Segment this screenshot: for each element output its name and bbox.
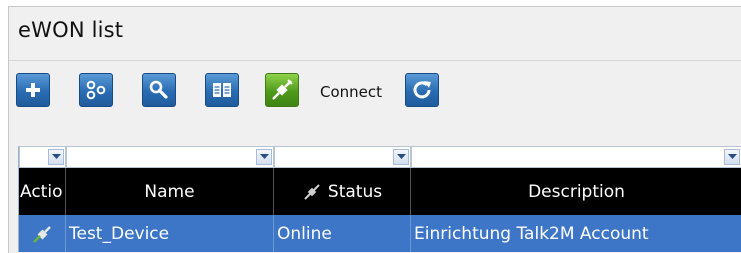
column-header-status[interactable]: Status: [274, 168, 411, 215]
filter-dropdown[interactable]: [724, 149, 740, 165]
ewon-grid: Actio Name Status Description Test_Devic…: [18, 146, 741, 252]
panel-title: eWON list: [18, 18, 124, 42]
column-header-row: Actio Name Status Description: [19, 168, 741, 215]
search-button[interactable]: [142, 73, 176, 107]
filter-dropdown[interactable]: [48, 149, 64, 165]
group-icon: [86, 80, 106, 100]
column-header-actions[interactable]: Actio: [19, 168, 66, 215]
column-header-name[interactable]: Name: [66, 168, 274, 215]
filter-dropdown[interactable]: [393, 149, 409, 165]
filter-status[interactable]: [274, 146, 411, 168]
filter-row: [19, 146, 741, 168]
plus-icon: [26, 83, 40, 97]
chevron-down-icon: [260, 154, 269, 159]
column-header-description[interactable]: Description: [411, 168, 741, 215]
cell-description[interactable]: Einrichtung Talk2M Account: [411, 215, 741, 252]
refresh-button[interactable]: [405, 73, 439, 107]
connect-button[interactable]: [265, 73, 299, 107]
cell-status[interactable]: Online: [274, 215, 411, 252]
chevron-down-icon: [728, 154, 737, 159]
filter-name[interactable]: [66, 146, 274, 168]
row-action-cell[interactable]: [19, 215, 66, 252]
group-button[interactable]: [79, 73, 113, 107]
connect-plug-icon: [272, 79, 293, 100]
book-icon: [213, 83, 231, 97]
filter-description[interactable]: [411, 146, 741, 168]
search-icon: [149, 80, 168, 99]
refresh-icon: [413, 81, 431, 99]
plug-icon: [304, 183, 320, 200]
book-button[interactable]: [205, 73, 239, 107]
cell-name[interactable]: Test_Device: [66, 215, 274, 252]
column-header-status-label: Status: [327, 181, 383, 202]
filter-dropdown[interactable]: [256, 149, 272, 165]
chevron-down-icon: [52, 154, 61, 159]
connect-plug-icon[interactable]: [31, 223, 53, 245]
chevron-down-icon: [397, 154, 406, 159]
table-row[interactable]: Test_Device Online Einrichtung Talk2M Ac…: [19, 215, 741, 252]
add-button[interactable]: [16, 73, 50, 107]
title-divider: [9, 60, 741, 61]
connect-label[interactable]: Connect: [320, 83, 382, 101]
filter-actions[interactable]: [19, 146, 66, 168]
